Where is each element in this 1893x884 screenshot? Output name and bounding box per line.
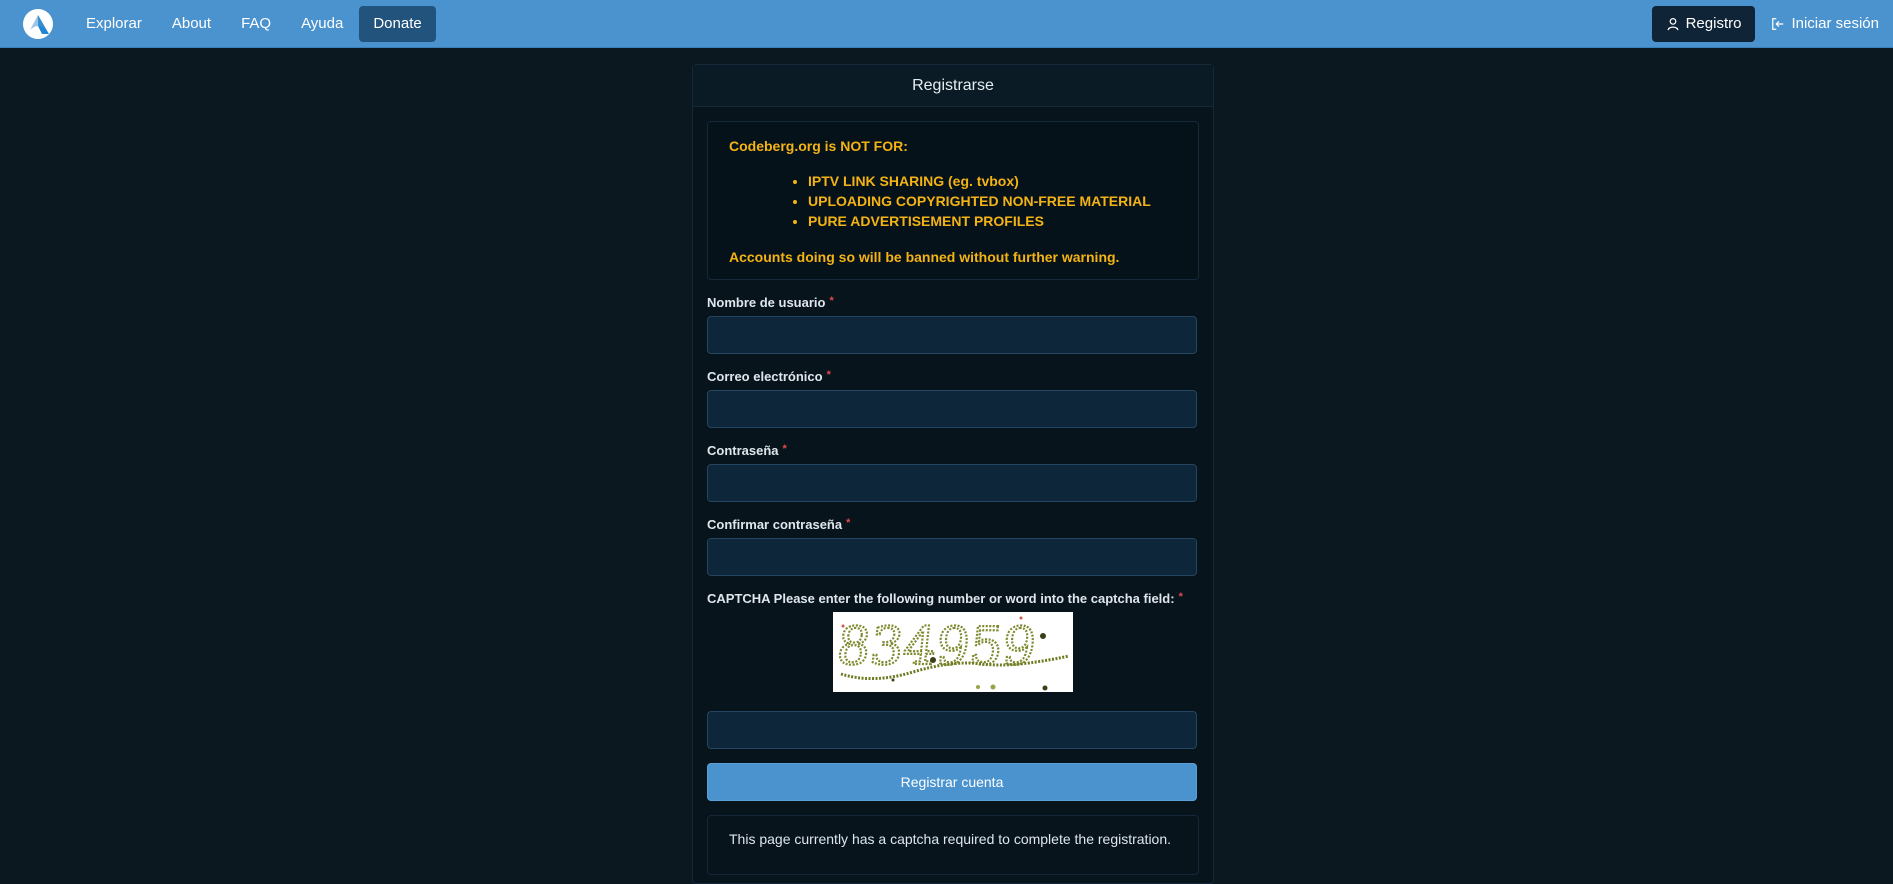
captcha-image-wrap: 834959 — [707, 612, 1199, 692]
warning-item: UPLOADING COPYRIGHTED NON-FREE MATERIAL — [808, 191, 1177, 211]
required-mark: * — [829, 295, 834, 307]
captcha-image: 834959 — [833, 612, 1073, 692]
required-mark: * — [1178, 591, 1183, 603]
top-navbar: Explorar About FAQ Ayuda Donate Registro… — [0, 0, 1893, 48]
person-icon — [1667, 17, 1679, 30]
card-title: Registrarse — [693, 65, 1213, 107]
warning-item: IPTV LINK SHARING (eg. tvbox) — [808, 171, 1177, 191]
username-input[interactable] — [707, 316, 1197, 354]
password-label-text: Contraseña — [707, 443, 779, 458]
username-field: Nombre de usuario * — [707, 295, 1199, 354]
captcha-label: CAPTCHA Please enter the following numbe… — [707, 591, 1199, 606]
confirm-password-label-text: Confirmar contraseña — [707, 517, 843, 532]
warning-title: Codeberg.org is NOT FOR: — [729, 138, 908, 154]
captcha-info-text: This page currently has a captcha requir… — [729, 831, 1172, 847]
password-input[interactable] — [707, 464, 1197, 502]
captcha-info-box: This page currently has a captcha requir… — [707, 815, 1199, 875]
confirm-password-field: Confirmar contraseña * — [707, 517, 1199, 576]
sign-in-icon — [1772, 17, 1784, 30]
warning-box: Codeberg.org is NOT FOR: IPTV LINK SHARI… — [707, 121, 1199, 280]
email-label: Correo electrónico * — [707, 369, 1199, 384]
nav-help[interactable]: Ayuda — [287, 6, 357, 42]
confirm-password-input[interactable] — [707, 538, 1197, 576]
password-label: Contraseña * — [707, 443, 1199, 458]
nav-about[interactable]: About — [158, 6, 225, 42]
email-input[interactable] — [707, 390, 1197, 428]
nav-right-group: Registro Iniciar sesión — [1651, 5, 1885, 42]
password-field: Contraseña * — [707, 443, 1199, 502]
required-mark: * — [782, 443, 787, 455]
register-card: Registrarse Codeberg.org is NOT FOR: IPT… — [692, 64, 1214, 884]
warning-item: PURE ADVERTISEMENT PROFILES — [808, 211, 1177, 231]
required-mark: * — [826, 369, 831, 381]
card-body: Codeberg.org is NOT FOR: IPTV LINK SHARI… — [693, 107, 1213, 875]
nav-donate[interactable]: Donate — [359, 5, 436, 42]
signin-link[interactable]: Iniciar sesión — [1765, 6, 1885, 42]
nav-explore[interactable]: Explorar — [72, 6, 156, 42]
confirm-password-label: Confirmar contraseña * — [707, 517, 1199, 532]
captcha-text: 834959 — [834, 617, 1039, 677]
username-label: Nombre de usuario * — [707, 295, 1199, 310]
codeberg-logo-icon[interactable] — [22, 8, 54, 40]
signin-label: Iniciar sesión — [1791, 15, 1879, 32]
captcha-label-text: CAPTCHA Please enter the following numbe… — [707, 591, 1175, 606]
username-label-text: Nombre de usuario — [707, 295, 826, 310]
email-label-text: Correo electrónico — [707, 369, 823, 384]
required-mark: * — [846, 517, 851, 529]
warning-footer: Accounts doing so will be banned without… — [729, 249, 1120, 265]
nav-faq[interactable]: FAQ — [227, 6, 285, 42]
email-field: Correo electrónico * — [707, 369, 1199, 428]
register-button[interactable]: Registro — [1651, 5, 1756, 42]
warning-list: IPTV LINK SHARING (eg. tvbox) UPLOADING … — [808, 171, 1177, 231]
register-account-button[interactable]: Registrar cuenta — [707, 763, 1197, 801]
captcha-input[interactable] — [707, 711, 1197, 749]
captcha-field: CAPTCHA Please enter the following numbe… — [707, 591, 1199, 749]
register-label: Registro — [1685, 15, 1742, 32]
